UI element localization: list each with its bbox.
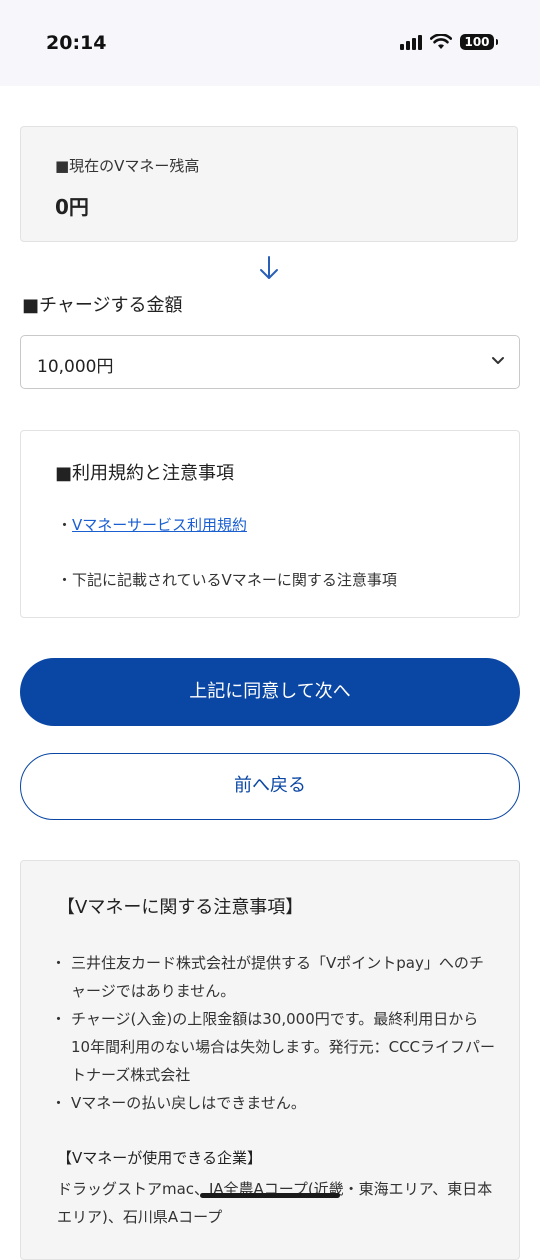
wifi-icon xyxy=(430,34,452,49)
terms-of-service-link[interactable]: Vマネーサービス利用規約 xyxy=(72,516,247,534)
status-bar: 20:14 100 xyxy=(0,0,540,86)
terms-link-row: ・Vマネーサービス利用規約 xyxy=(57,514,247,535)
balance-value: 0円 xyxy=(55,195,89,219)
note-item: Vマネーの払い戻しはできません。 xyxy=(51,1089,495,1117)
bullet: ・ xyxy=(57,516,73,534)
notes-card: 【Vマネーに関する注意事項】 三井住友カード株式会社が提供する「Vポイントpay… xyxy=(20,860,520,1260)
charge-amount-select[interactable]: 10,000円 xyxy=(20,335,520,389)
status-icons: 100 xyxy=(400,34,498,50)
companies-text: ドラッグストアmac、JA全農Aコープ(近畿・東海エリア、東日本エリア)、石川県… xyxy=(57,1180,493,1226)
status-time: 20:14 xyxy=(46,32,107,54)
notes-reference-text: ・下記に記載されているVマネーに関する注意事項 xyxy=(57,571,397,589)
signal-icon xyxy=(400,34,422,50)
battery-icon: 100 xyxy=(460,34,498,50)
charge-amount-label: ■チャージする金額 xyxy=(22,295,183,316)
terms-card: ■利用規約と注意事項 ・Vマネーサービス利用規約 ・下記に記載されているVマネー… xyxy=(20,430,520,618)
chevron-down-icon xyxy=(492,357,504,364)
home-indicator xyxy=(200,1193,340,1198)
arrow-down-icon xyxy=(260,256,278,279)
note-item: 三井住友カード株式会社が提供する「Vポイントpay」へのチャージではありません。 xyxy=(51,949,495,1005)
notes-title: 【Vマネーに関する注意事項】 xyxy=(57,897,304,918)
note-item: チャージ(入金)の上限金額は30,000円です。最終利用日から10年間利用のない… xyxy=(51,1005,495,1089)
back-button[interactable]: 前へ戻る xyxy=(20,753,520,820)
balance-label: ■現在のVマネー残高 xyxy=(55,157,200,175)
agree-next-button[interactable]: 上記に同意して次へ xyxy=(20,658,520,726)
select-value: 10,000円 xyxy=(37,357,114,377)
balance-card: ■現在のVマネー残高 0円 xyxy=(20,126,518,242)
companies-title: 【Vマネーが使用できる企業】 xyxy=(57,1149,262,1167)
notes-list: 三井住友カード株式会社が提供する「Vポイントpay」へのチャージではありません。… xyxy=(51,949,495,1117)
terms-title: ■利用規約と注意事項 xyxy=(55,463,235,484)
